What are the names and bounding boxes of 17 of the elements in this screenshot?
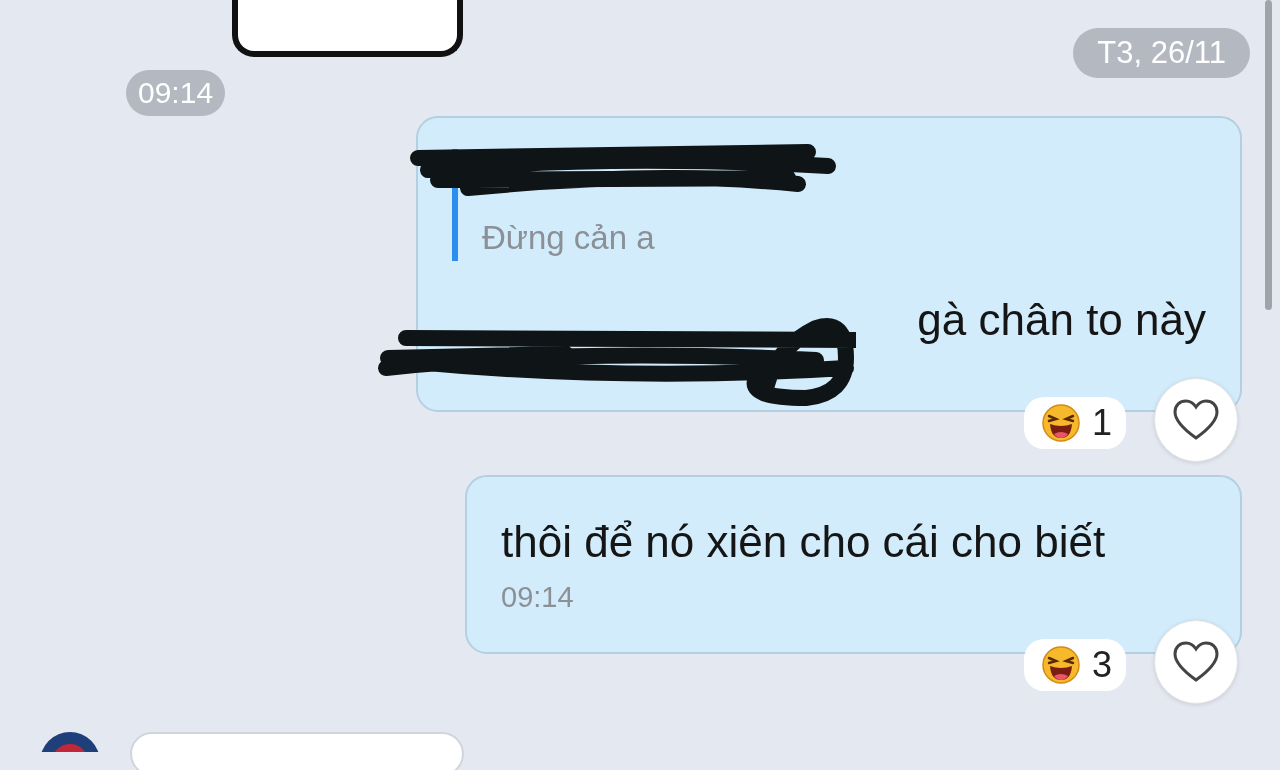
laughing-face-icon	[1041, 646, 1080, 684]
avatar-icon	[40, 732, 100, 752]
message-time: 09:14	[501, 581, 575, 614]
reaction-badge[interactable]: 1	[1023, 397, 1126, 449]
message-text: thôi để nó xiên cho cái cho biết	[501, 516, 1107, 568]
message-text: gà chân to này	[916, 294, 1206, 346]
laughing-face-icon	[1041, 404, 1080, 442]
reaction-badge[interactable]: 3	[1023, 639, 1126, 691]
heart-icon	[1172, 640, 1220, 684]
reaction-count: 3	[1091, 646, 1112, 684]
time-label: 09:14	[126, 70, 226, 116]
scrollbar[interactable]	[1265, 0, 1272, 310]
date-divider: T3, 26/11	[1073, 28, 1250, 78]
reaction-count: 1	[1091, 404, 1112, 442]
heart-icon	[1172, 398, 1220, 442]
image-message[interactable]	[232, 0, 463, 57]
quote-text: Đừng cản a	[482, 218, 655, 258]
